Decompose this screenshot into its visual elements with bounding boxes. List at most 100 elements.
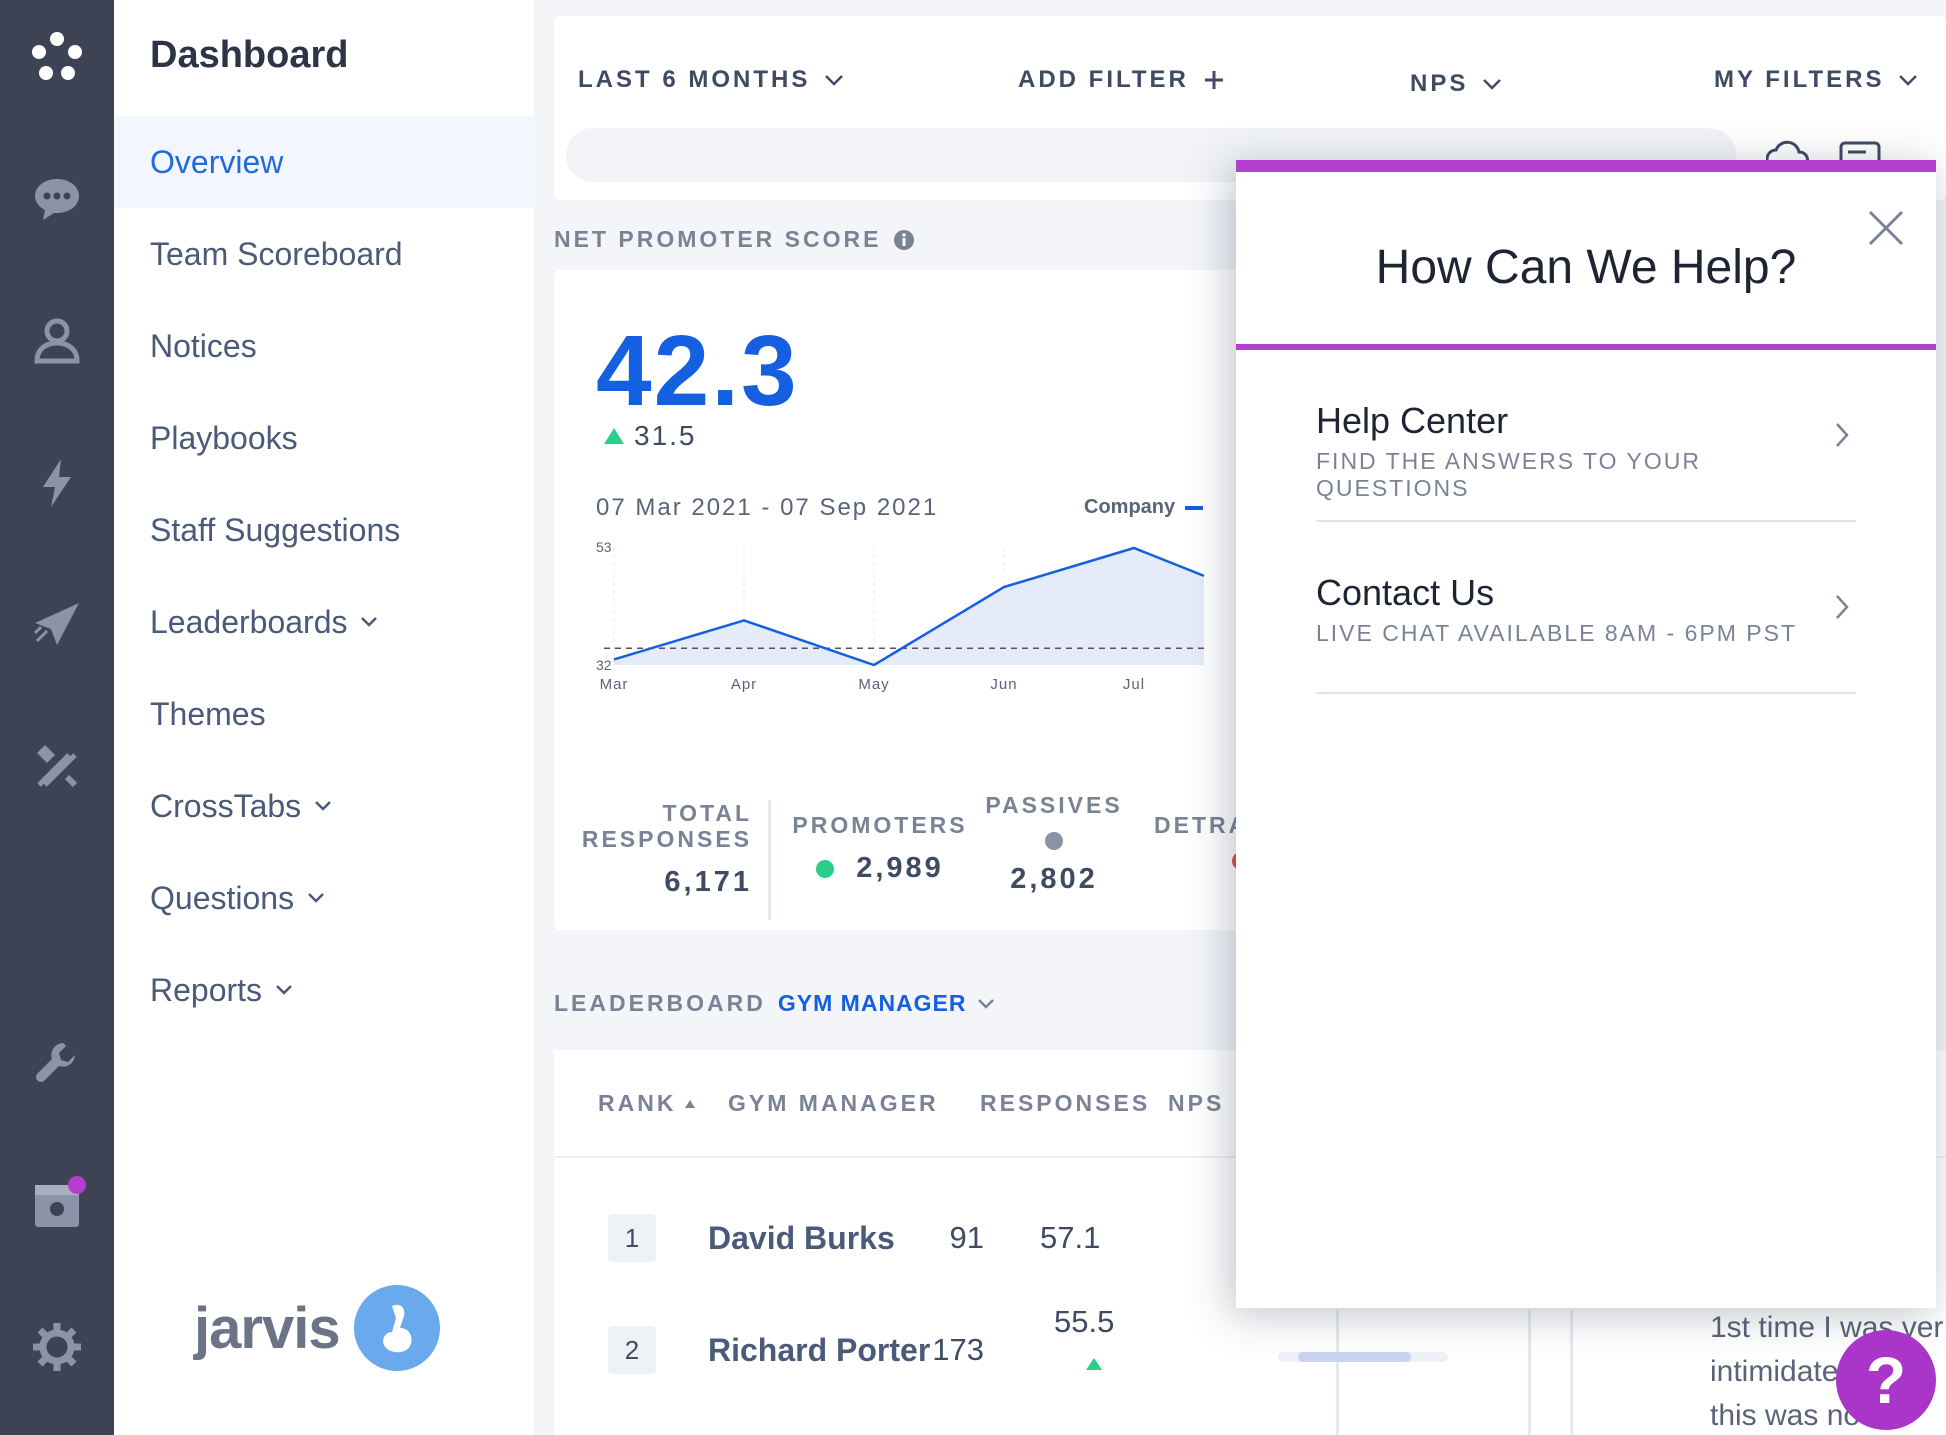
plus-icon (1204, 71, 1223, 89)
col-nps[interactable]: NPS (1168, 1090, 1224, 1117)
sidebar-item-label: Reports (150, 971, 263, 1008)
metric-label: NPS (1410, 70, 1469, 97)
col-rank[interactable]: RANK (598, 1090, 696, 1117)
period-dropdown[interactable]: LAST 6 MONTHS (578, 66, 844, 94)
nps-value: 55.5 (1054, 1304, 1115, 1339)
col-rank-label: RANK (598, 1090, 677, 1116)
sidebar-item-team-scoreboard[interactable]: Team Scoreboard (114, 208, 534, 300)
send-icon[interactable] (22, 590, 92, 660)
col-responses[interactable]: RESPONSES (980, 1090, 1150, 1117)
sort-asc-icon (685, 1099, 696, 1108)
user-icon[interactable] (22, 306, 92, 376)
leaderboard-select[interactable]: GYM MANAGER (778, 990, 995, 1017)
stat-passives-label: PASSIVES (985, 792, 1123, 818)
sidebar-item-label: Staff Suggestions (150, 511, 401, 548)
rank-value: 1 (624, 1222, 640, 1253)
help-item-title: Help Center (1316, 400, 1509, 441)
sidebar-item-playbooks[interactable]: Playbooks (114, 392, 534, 484)
nps-bar (1278, 1352, 1448, 1362)
promoter-dot (816, 859, 835, 878)
chevron-down-icon (308, 893, 324, 903)
stat-total-label-2: RESPONSES (581, 826, 752, 852)
stat-divider (768, 800, 771, 920)
help-panel: How Can We Help? Help Center FIND THE ANS… (1236, 160, 1936, 1308)
chevron-down-icon (361, 617, 378, 627)
chevron-right-icon (1836, 423, 1849, 447)
logo-star-icon[interactable] (22, 22, 92, 92)
nps-section-title: NET PROMOTER SCORE (554, 226, 882, 252)
sidebar-item-label: CrossTabs (150, 787, 302, 824)
trend-up-icon (1086, 1358, 1102, 1370)
stat-total-label-1: TOTAL (662, 800, 752, 826)
x-tick-label: Apr (731, 676, 757, 693)
x-tick-label: Jun (990, 676, 1017, 693)
info-icon[interactable] (893, 229, 915, 251)
help-title: How Can We Help? (1375, 241, 1797, 294)
legend-company-swatch (1185, 505, 1204, 510)
sidebar-item-questions[interactable]: Questions (114, 852, 534, 944)
passive-dot-row (964, 832, 1144, 855)
legend-company-label: Company (1084, 496, 1176, 518)
sidebar-item-staff-suggestions[interactable]: Staff Suggestions (114, 484, 534, 576)
lightning-icon[interactable] (22, 448, 92, 518)
tools-icon[interactable] (22, 732, 92, 802)
icon-rail (0, 0, 114, 1435)
sidebar-item-label: Team Scoreboard (150, 235, 403, 272)
my-filters-dropdown[interactable]: MY FILTERS (1714, 66, 1918, 94)
sidebar-item-overview[interactable]: Overview (114, 116, 534, 208)
leaderboard-title: LEADERBOARD (554, 990, 766, 1016)
sidebar-item-label: Themes (150, 695, 266, 732)
responses-value: 91 (949, 1220, 984, 1255)
jarvis-logo: jarvis (194, 1285, 440, 1371)
rank-badge: 2 (608, 1326, 656, 1374)
sidebar-item-notices[interactable]: Notices (114, 300, 534, 392)
period-label: LAST 6 MONTHS (578, 66, 811, 93)
sidebar-item-themes[interactable]: Themes (114, 668, 534, 760)
stat-total-value: 6,171 (664, 866, 752, 898)
gear-icon[interactable] (22, 1312, 92, 1382)
passive-dot (1045, 832, 1063, 850)
help-item-contact-us[interactable]: Contact Us LIVE CHAT AVAILABLE 8AM - 6PM … (1316, 522, 1856, 694)
logo-mascot-icon (353, 1285, 440, 1371)
nps-delta: 31.5 (604, 420, 697, 452)
sidebar-item-label: Notices (150, 327, 257, 364)
stat-promoters-label: PROMOTERS (792, 812, 968, 838)
close-icon[interactable] (1866, 208, 1906, 248)
leaderboard-selected: GYM MANAGER (777, 990, 967, 1016)
manager-name[interactable]: David Burks (708, 1220, 895, 1257)
x-tick-label: May (858, 676, 889, 693)
chevron-down-icon (1483, 79, 1502, 90)
chevron-down-icon (315, 801, 332, 811)
store-icon[interactable] (22, 1170, 92, 1240)
leaderboard-label: LEADERBOARD GYM MANAGER (554, 990, 995, 1017)
wrench-icon[interactable] (22, 1028, 92, 1098)
stat-promoters-row: 2,989 (790, 852, 970, 885)
chevron-down-icon (1899, 75, 1918, 86)
help-item-subtitle: LIVE CHAT AVAILABLE 8AM - 6PM PST (1316, 620, 1797, 646)
col-name[interactable]: GYM MANAGER (728, 1090, 939, 1117)
rank-value: 2 (624, 1334, 640, 1365)
metric-dropdown[interactable]: NPS (1410, 70, 1502, 98)
notification-badge (68, 1176, 86, 1194)
help-item-title: Contact Us (1316, 572, 1495, 613)
series-area (614, 548, 1204, 665)
sidebar-item-leaderboards[interactable]: Leaderboards (114, 576, 534, 668)
nps-value: 57.1 (1040, 1220, 1101, 1255)
add-filter-button[interactable]: ADD FILTER (1018, 66, 1225, 94)
sidebar-item-label: Leaderboards (150, 603, 348, 640)
add-filter-label: ADD FILTER (1018, 66, 1189, 93)
sidebar-item-crosstabs[interactable]: CrossTabs (114, 760, 534, 852)
sidebar-item-label: Overview (150, 143, 284, 180)
help-item-help-center[interactable]: Help Center FIND THE ANSWERS TO YOUR QUES… (1316, 350, 1856, 522)
sidebar-item-label: Questions (150, 879, 295, 916)
manager-name[interactable]: Richard Porter (708, 1332, 930, 1369)
chevron-down-icon (276, 985, 292, 995)
stat-total: TOTAL RESPONSES 6,171 (572, 800, 752, 899)
help-button[interactable]: ? (1836, 1330, 1936, 1430)
chat-icon[interactable] (22, 164, 92, 234)
nps-bar-fill (1298, 1352, 1411, 1362)
sidebar-item-reports[interactable]: Reports (114, 944, 534, 1036)
rank-badge: 1 (608, 1214, 656, 1262)
help-item-subtitle: FIND THE ANSWERS TO YOUR QUESTIONS (1316, 448, 1701, 501)
chevron-down-icon (977, 998, 994, 1009)
